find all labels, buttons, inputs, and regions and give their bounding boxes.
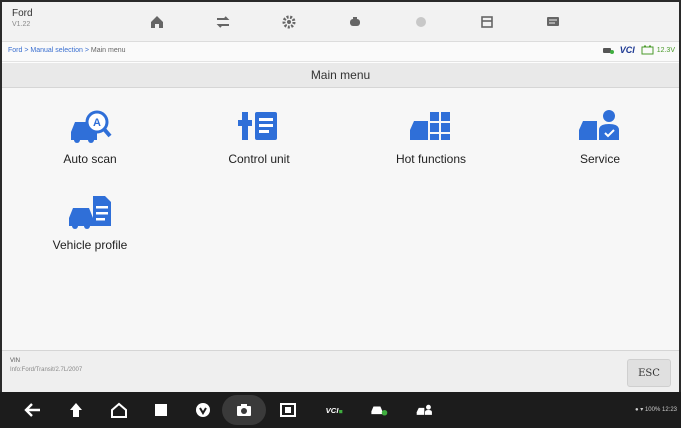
battery-icon [641, 45, 654, 55]
home-icon [151, 16, 163, 28]
browser-shortcut-button[interactable] [192, 400, 214, 420]
recent-apps-icon [155, 404, 167, 416]
breadcrumb-path[interactable]: Ford > Manual selection > [8, 47, 91, 54]
vehicle-info-text: Info:Ford/Transit/2.7L/2007 [10, 367, 83, 373]
menu-item-control-unit[interactable]: Control unit [199, 98, 319, 170]
vci-button[interactable] [343, 10, 367, 34]
page-title: Main menu [2, 63, 679, 88]
tablet-frame: Ford V1.22 Ford > Manual selection > Mai… [0, 0, 681, 428]
menu-item-auto-scan[interactable]: A Auto scan [30, 98, 150, 170]
service-shortcut-button[interactable] [412, 400, 438, 420]
breadcrumb[interactable]: Ford > Manual selection > Main menu [8, 47, 126, 54]
recent-apps-button[interactable] [150, 400, 172, 420]
auto-scan-icon: A [71, 110, 112, 143]
software-version: V1.22 [12, 21, 31, 28]
vin-info: VIN Info:Ford/Transit/2.7L/2007 [10, 357, 82, 375]
esc-button[interactable]: ESC [627, 359, 671, 387]
vehicle-swap-icon [216, 16, 230, 28]
display-mirror-button[interactable] [277, 400, 299, 420]
back-arrow-icon [24, 403, 40, 417]
menu-item-label: Vehicle profile [52, 238, 128, 252]
voltage-value: 12.3V [656, 46, 675, 54]
hot-functions-icon [410, 112, 450, 140]
menu-item-service[interactable]: Service [540, 98, 660, 170]
vci-logo-icon: VCI [326, 406, 343, 415]
service-icon [579, 110, 619, 140]
svg-text:A: A [93, 117, 101, 129]
vehicle-brand: Ford V1.22 [12, 8, 33, 30]
vehicle-connect-button[interactable] [366, 400, 392, 420]
main-menu-grid: A Auto scan Control unit Hot functions S… [2, 88, 679, 350]
system-status: ● ▾ 100% 12:23 [635, 406, 677, 413]
system-navigation-bar: VCI ● ▾ 100% 12:23 [0, 392, 681, 428]
vci-shortcut-button[interactable]: VCI [320, 400, 348, 420]
screenshot-button[interactable] [222, 395, 266, 425]
print-icon [481, 16, 493, 28]
house-icon [111, 402, 127, 418]
menu-item-label: Control unit [228, 152, 290, 166]
car-connected-icon [602, 48, 614, 54]
vehicle-make: Ford [12, 8, 33, 19]
car-service-icon [416, 404, 432, 415]
svg-text:VCI: VCI [326, 406, 340, 415]
top-toolbar: Ford V1.22 [2, 2, 679, 42]
connection-status: VCI 12.3V [602, 45, 675, 55]
menu-item-vehicle-profile[interactable]: Vehicle profile [30, 184, 150, 256]
settings-gear-icon [282, 15, 296, 29]
breadcrumb-bar: Ford > Manual selection > Main menu VCI … [2, 42, 679, 62]
menu-item-hot-functions[interactable]: Hot functions [371, 98, 491, 170]
wifi-icon: ● ▾ [634, 407, 645, 413]
home-upward-icon [70, 403, 82, 417]
back-button[interactable] [22, 400, 44, 420]
menu-item-label: Auto scan [63, 152, 117, 166]
car-connect-icon [371, 406, 388, 416]
control-unit-icon [238, 112, 277, 140]
menu-item-label: Service [579, 152, 620, 166]
android-home-button[interactable] [108, 400, 130, 420]
print-button[interactable] [475, 10, 499, 34]
home-button[interactable] [145, 10, 169, 34]
screen-record-icon [280, 403, 296, 417]
menu-item-label: Hot functions [395, 152, 467, 166]
vci-status: VCI [619, 45, 635, 55]
browser-icon [416, 17, 426, 27]
vci-icon [350, 17, 360, 26]
settings-button[interactable] [277, 10, 301, 34]
messages-icon [547, 17, 559, 26]
camera-icon [237, 404, 251, 416]
vehicle-profile-icon [69, 196, 111, 229]
vehicle-swap-button[interactable] [211, 10, 235, 34]
browser-shield-icon [196, 403, 210, 417]
vehicle-info-footer: VIN Info:Ford/Transit/2.7L/2007 ESC [2, 350, 679, 392]
vin-label: VIN [10, 358, 21, 364]
messages-button[interactable] [541, 10, 565, 34]
battery-clock: 100% 12:23 [644, 407, 677, 413]
app-home-button[interactable] [65, 400, 87, 420]
app-screen: Ford V1.22 Ford > Manual selection > Mai… [2, 2, 679, 392]
breadcrumb-current: Main menu [90, 47, 126, 54]
battery-voltage: 12.3V [641, 45, 675, 55]
browser-button[interactable] [409, 10, 433, 34]
